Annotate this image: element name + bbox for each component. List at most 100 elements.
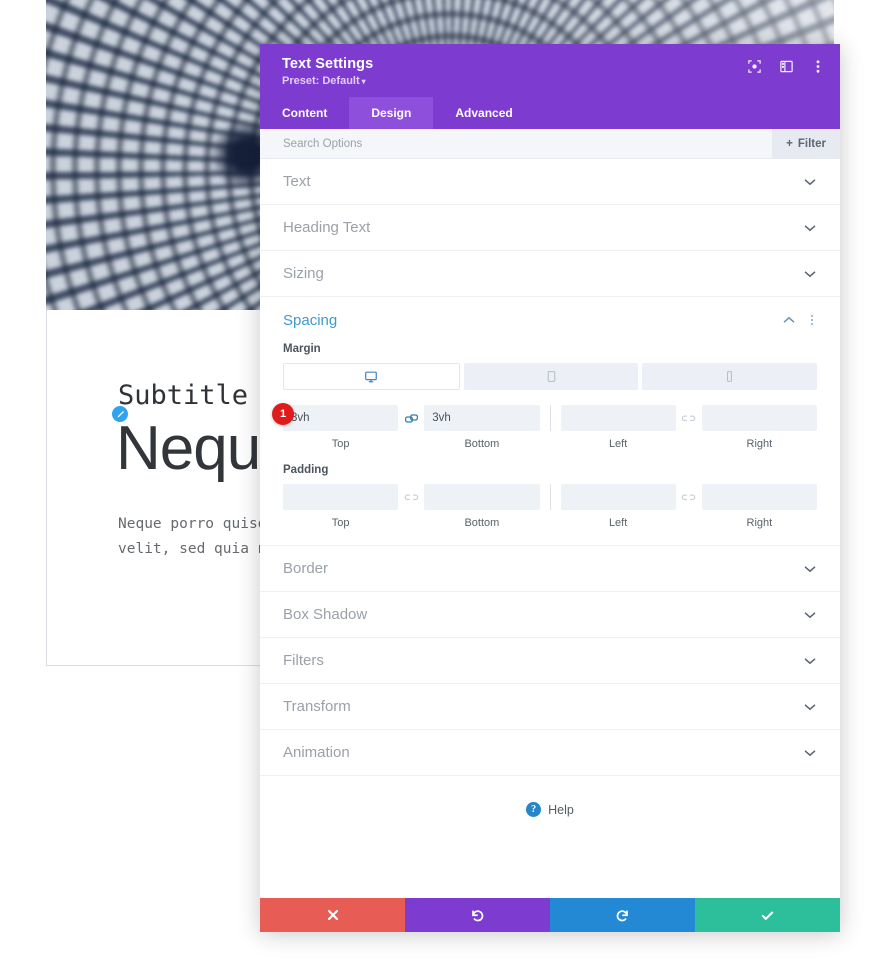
accordion-border[interactable]: Border [260, 546, 840, 592]
padding-left-label: Left [608, 517, 628, 529]
margin-right-label: Right [746, 438, 773, 450]
accordion-label: Spacing [283, 311, 338, 329]
accordion-animation[interactable]: Animation [260, 730, 840, 776]
page-subtitle: Subtitle [118, 380, 249, 411]
status-badge: 1 [272, 403, 294, 425]
chevron-down-icon [803, 654, 817, 668]
tab-design[interactable]: Design [349, 97, 434, 129]
margin-left-input[interactable] [560, 405, 676, 431]
padding-top-label: Top [331, 517, 350, 529]
focus-target-icon[interactable] [746, 58, 762, 74]
cancel-button[interactable] [260, 898, 405, 932]
filter-button[interactable]: + Filter [772, 128, 840, 159]
margin-top-field: Top [283, 405, 399, 450]
device-tab-tablet[interactable] [463, 363, 639, 390]
question-circle-icon: ? [526, 802, 542, 817]
redo-button[interactable] [550, 898, 695, 932]
accordion-transform[interactable]: Transform [260, 684, 840, 730]
modal-header-icons [746, 58, 826, 74]
padding-top-bottom-group: Top Bottom [283, 484, 540, 529]
unlink-icon-margin-left-right[interactable] [676, 405, 702, 431]
margin-top-bottom-group: Top Bottom [283, 405, 540, 450]
device-tabs [283, 363, 818, 390]
chevron-down-icon [803, 175, 817, 189]
margin-left-right-group: Left Right [560, 405, 817, 450]
accordion-label: Animation [283, 744, 350, 761]
chevron-down-icon [803, 562, 817, 576]
accordion-spacing-header[interactable]: Spacing [260, 297, 840, 343]
modal-body: Text Heading Text Sizing Spacing Margin … [260, 159, 840, 898]
chevron-down-icon [803, 746, 817, 760]
accordion-label: Transform [283, 698, 351, 715]
accordion-label: Text [283, 173, 311, 190]
accordion-filters[interactable]: Filters [260, 638, 840, 684]
accordion-heading-text[interactable]: Heading Text [260, 205, 840, 251]
text-settings-modal: Text Settings Preset: Default ▾ Content … [260, 44, 840, 932]
padding-top-field: Top [283, 484, 399, 529]
padding-left-input[interactable] [560, 484, 676, 510]
margin-fields: 1 Top Bottom [272, 403, 817, 450]
margin-top-input[interactable] [283, 405, 399, 431]
margin-bottom-input[interactable] [424, 405, 540, 431]
more-vertical-icon[interactable] [807, 312, 817, 328]
chevron-down-icon [803, 608, 817, 622]
more-vertical-icon[interactable] [810, 58, 826, 74]
tab-content[interactable]: Content [260, 97, 349, 129]
modal-footer [260, 898, 840, 932]
device-tab-desktop[interactable] [283, 363, 460, 390]
divider [549, 484, 551, 510]
padding-bottom-label: Bottom [464, 517, 500, 529]
chevron-down-icon: ▾ [361, 77, 366, 86]
accordion-label: Filters [283, 652, 324, 669]
accordion-sizing[interactable]: Sizing [260, 251, 840, 297]
chevron-down-icon [803, 267, 817, 281]
preset-label: Preset: Default [282, 75, 360, 87]
margin-left-field: Left [560, 405, 676, 450]
accordion-label: Sizing [283, 265, 324, 282]
padding-bottom-field: Bottom [424, 484, 540, 529]
accordion-text[interactable]: Text [260, 159, 840, 205]
padding-right-field: Right [701, 484, 817, 529]
modal-title: Text Settings [282, 56, 374, 72]
layout-columns-icon[interactable] [778, 58, 794, 74]
padding-group-label: Padding [283, 464, 329, 476]
padding-right-label: Right [746, 517, 773, 529]
unlink-icon-padding-top-bottom[interactable] [398, 484, 424, 510]
margin-left-label: Left [608, 438, 628, 450]
help-label: Help [548, 802, 574, 817]
tab-advanced[interactable]: Advanced [433, 97, 534, 129]
filter-label: Filter [797, 137, 826, 150]
accordion-label: Border [283, 560, 329, 577]
help-button[interactable]: ? Help [260, 776, 840, 817]
margin-group-label: Margin [283, 343, 321, 355]
padding-left-field: Left [560, 484, 676, 529]
preset-selector[interactable]: Preset: Default ▾ [282, 75, 824, 87]
padding-bottom-input[interactable] [424, 484, 540, 510]
save-button[interactable] [695, 898, 840, 932]
divider [549, 405, 551, 431]
pencil-icon[interactable] [112, 406, 128, 422]
accordion-label: Box Shadow [283, 606, 368, 623]
modal-header: Text Settings Preset: Default ▾ [260, 44, 840, 97]
padding-right-input[interactable] [701, 484, 817, 510]
padding-left-right-group: Left Right [560, 484, 817, 529]
accordion-box-shadow[interactable]: Box Shadow [260, 592, 840, 638]
unlink-icon-padding-left-right[interactable] [676, 484, 702, 510]
undo-button[interactable] [405, 898, 550, 932]
margin-bottom-label: Bottom [464, 438, 500, 450]
search-input[interactable] [260, 137, 773, 150]
search-bar: + Filter [260, 128, 840, 159]
padding-top-input[interactable] [283, 484, 399, 510]
link-icon-margin-top-bottom[interactable] [398, 405, 424, 431]
device-tab-phone[interactable] [642, 363, 818, 390]
margin-top-label: Top [331, 438, 350, 450]
modal-tabs: Content Design Advanced [260, 97, 840, 129]
margin-bottom-field: Bottom [424, 405, 540, 450]
spacing-section-body: Margin 1 3vh Top 3vh Bottom Left Right P… [260, 343, 840, 546]
chevron-down-icon [803, 700, 817, 714]
chevron-up-icon[interactable] [782, 313, 796, 327]
chevron-down-icon [803, 221, 817, 235]
padding-fields: Top Bottom Left Right [283, 484, 817, 529]
margin-right-field: Right [701, 405, 817, 450]
margin-right-input[interactable] [701, 405, 817, 431]
